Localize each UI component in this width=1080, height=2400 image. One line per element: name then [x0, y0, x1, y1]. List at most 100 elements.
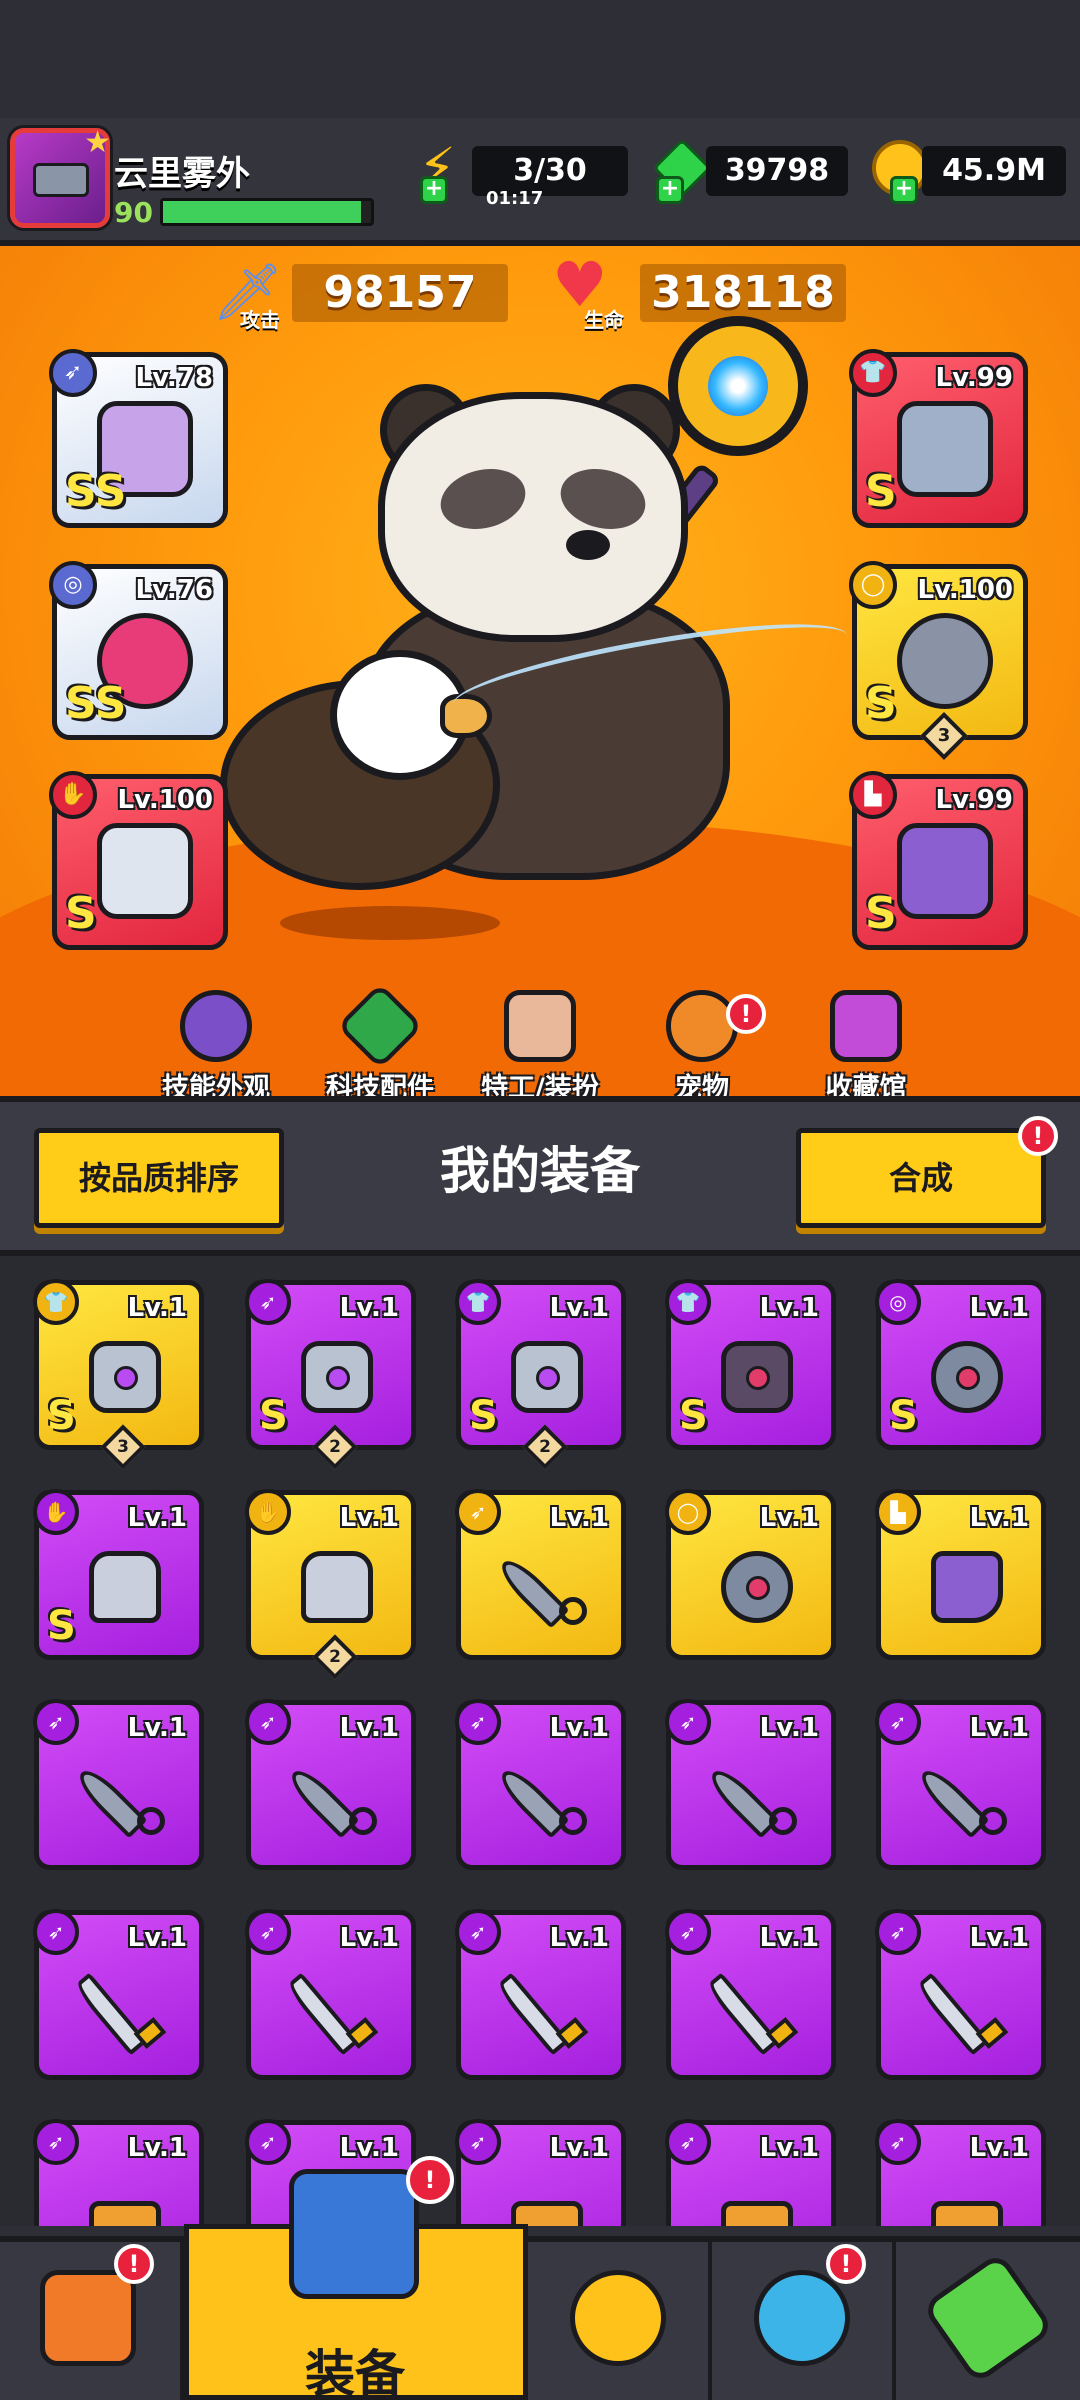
item-grade: S	[889, 1393, 918, 1439]
necklace-category-icon: ◎	[875, 1279, 921, 1325]
tech-parts-icon	[336, 982, 424, 1070]
stack-count: 2	[329, 1647, 341, 1667]
menu-agent-costume[interactable]: 特工/装扮	[460, 990, 620, 1105]
inventory-item[interactable]: ➶ Lv.1	[875, 1909, 1046, 2080]
item-level: Lv.1	[339, 1503, 399, 1533]
item-grade: S	[469, 1393, 498, 1439]
equipped-belt-slot[interactable]: ◯ Lv.100 S 3	[849, 561, 1028, 761]
nav-planet[interactable]	[712, 2242, 896, 2400]
shop-icon	[40, 2270, 136, 2366]
slot-grade: SS	[65, 466, 127, 517]
inventory-item[interactable]: ➶ Lv.1	[665, 1699, 836, 1870]
inventory-item[interactable]: ➶ Lv.1	[455, 1489, 626, 1660]
inventory-item[interactable]: 👕 Lv.1 S	[665, 1279, 836, 1450]
inventory-item[interactable]: ➶ Lv.1	[875, 1699, 1046, 1870]
stack-count: 3	[117, 1437, 129, 1457]
nav-shop[interactable]	[0, 2242, 184, 2400]
equipped-weapon-slot[interactable]: ➶ Lv.78 SS	[49, 349, 228, 528]
inventory-item[interactable]: ➶ Lv.1	[33, 2119, 204, 2226]
talent-star-icon	[570, 2270, 666, 2366]
spiked-sword-icon	[291, 1331, 381, 1421]
menu-tech-parts[interactable]: 科技配件	[300, 982, 460, 1105]
chain-necklace-icon	[921, 1331, 1011, 1421]
stack-count: 2	[539, 1437, 551, 1457]
hp-value: 318118	[651, 267, 835, 318]
inventory-item[interactable]: ➶ Lv.1	[33, 1909, 204, 2080]
weapon-category-icon: ➶	[33, 1699, 79, 1745]
inventory-item[interactable]: ➶ Lv.1	[875, 2119, 1046, 2226]
equipped-boots-slot[interactable]: ▙ Lv.99 S	[849, 771, 1028, 950]
necklace-category-icon: ◎	[49, 561, 97, 609]
add-energy-button[interactable]: +	[420, 176, 448, 204]
inventory-item[interactable]: ➶ Lv.1	[455, 1909, 626, 2080]
character-shadow	[280, 906, 500, 940]
panda-character[interactable]	[378, 392, 688, 642]
inventory-item[interactable]: ✋ Lv.1 S	[33, 1489, 204, 1660]
weapon-category-icon: ➶	[455, 1489, 501, 1535]
armor-icon	[501, 1331, 591, 1421]
inventory-item[interactable]: ➶ Lv.1	[665, 1909, 836, 2080]
armor-icon	[79, 1331, 169, 1421]
dark-armor-icon	[711, 1331, 801, 1421]
item-level: Lv.1	[969, 2133, 1029, 2163]
kunai-icon	[72, 1751, 169, 1841]
nav-lab[interactable]	[896, 2242, 1080, 2400]
weapon-category-icon: ➶	[875, 2119, 921, 2165]
armor-icon	[897, 401, 993, 497]
armor-category-icon: 👕	[665, 1279, 711, 1325]
sort-by-quality-button[interactable]: 按品质排序	[34, 1128, 284, 1228]
item-level: Lv.1	[759, 1293, 819, 1323]
item-level: Lv.1	[969, 1923, 1029, 1953]
nav-talent[interactable]	[528, 2242, 712, 2400]
weapon-category-icon: ➶	[455, 1699, 501, 1745]
inventory-item[interactable]: ➶ Lv.1	[33, 1699, 204, 1870]
agent-costume-icon	[504, 990, 576, 1062]
katana-icon	[494, 1961, 591, 2056]
inventory-item[interactable]: ➶ Lv.1	[665, 2119, 836, 2226]
merge-button[interactable]: 合成	[796, 1128, 1046, 1228]
weapon-category-icon: ➶	[875, 1699, 921, 1745]
inventory-item[interactable]: ➶ Lv.1	[455, 1699, 626, 1870]
status-bar	[0, 0, 1080, 120]
inventory-item[interactable]: ➶ Lv.1	[455, 2119, 626, 2226]
inventory-item[interactable]: 👕 Lv.1 S 3	[33, 1279, 204, 1470]
weapon-category-icon: ➶	[875, 1909, 921, 1955]
attack-value: 98157	[323, 267, 477, 318]
inventory-item[interactable]: ✋ Lv.1 2	[245, 1489, 416, 1680]
bazooka-icon	[921, 2171, 1011, 2226]
crown-star-icon: ★	[84, 125, 111, 160]
inventory-item[interactable]: ➶ Lv.1	[245, 1909, 416, 2080]
inventory-item[interactable]: ◯ Lv.1	[665, 1489, 836, 1660]
katana-icon	[284, 1961, 381, 2056]
avatar-cannon-icon	[33, 163, 89, 197]
menu-collection[interactable]: 收藏馆	[786, 990, 946, 1105]
item-grade: S	[259, 1393, 288, 1439]
stack-count: 2	[329, 1437, 341, 1457]
item-level: Lv.1	[549, 1293, 609, 1323]
weapon-category-icon: ➶	[665, 1909, 711, 1955]
equipped-gloves-slot[interactable]: ✋ Lv.100 S	[49, 771, 228, 950]
add-coins-button[interactable]: +	[890, 176, 918, 204]
boots-category-icon: ▙	[849, 771, 897, 819]
kunai-icon	[494, 1751, 591, 1841]
player-avatar[interactable]: ★	[10, 125, 111, 228]
item-grade: S	[47, 1603, 76, 1649]
equipped-armor-slot[interactable]: 👕 Lv.99 S	[849, 349, 1028, 528]
menu-skill-skin[interactable]: 技能外观	[136, 990, 296, 1105]
stack-count: 3	[937, 725, 951, 746]
inventory-item[interactable]: ➶ Lv.1 S 2	[245, 1279, 416, 1470]
slot-grade: S	[865, 466, 897, 517]
inventory-item[interactable]: ▙ Lv.1	[875, 1489, 1046, 1660]
katana-icon	[704, 1961, 801, 2056]
inventory-item[interactable]: 👕 Lv.1 S 2	[455, 1279, 626, 1470]
item-level: Lv.1	[339, 1713, 399, 1743]
coin-value: 45.9M	[942, 153, 1046, 188]
item-grade: S	[47, 1393, 76, 1439]
glove-category-icon: ✋	[245, 1489, 291, 1535]
inventory-item[interactable]: ➶ Lv.1	[245, 1699, 416, 1870]
add-gems-button[interactable]: +	[656, 176, 684, 204]
player-level: 90	[114, 196, 153, 229]
inventory-item[interactable]: ◎ Lv.1 S	[875, 1279, 1046, 1450]
coin-counter: 45.9M	[922, 146, 1066, 196]
equipped-necklace-slot[interactable]: ◎ Lv.76 SS	[49, 561, 228, 740]
